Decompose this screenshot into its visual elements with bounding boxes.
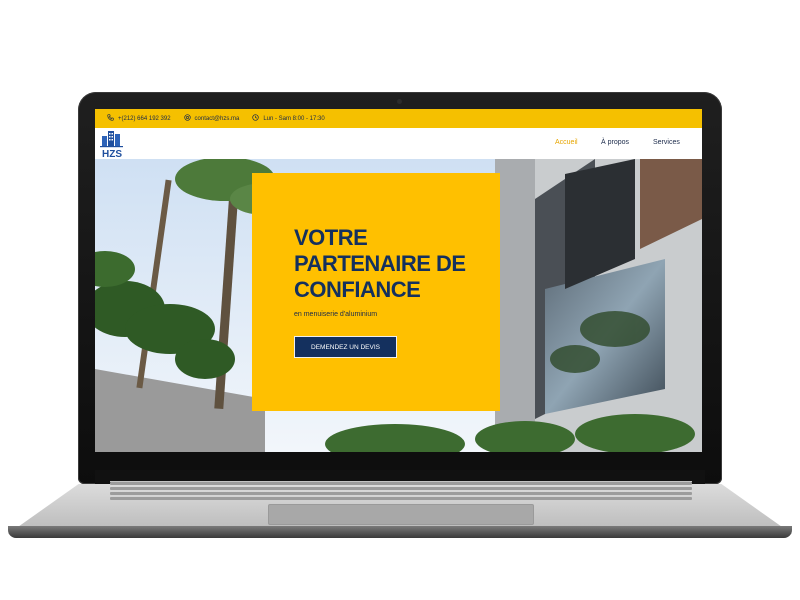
request-quote-button[interactable]: DEMENDEZ UN DEVIS <box>294 336 397 358</box>
phone-icon <box>107 114 114 123</box>
contact-topbar: +(212) 664 192 392 contact@hzs.ma Lun - … <box>95 109 702 128</box>
topbar-email[interactable]: contact@hzs.ma <box>183 114 240 123</box>
clock-icon <box>252 114 259 123</box>
hero-subtitle: en menuiserie d'aluminium <box>294 311 378 318</box>
nav-accueil[interactable]: Accueil <box>555 139 578 146</box>
laptop-mockup: +(212) 664 192 392 contact@hzs.ma Lun - … <box>0 0 800 600</box>
laptop-screen: +(212) 664 192 392 contact@hzs.ma Lun - … <box>95 109 702 452</box>
logo-text: HZS <box>102 149 122 159</box>
at-sign-icon <box>183 114 191 123</box>
keyboard <box>110 481 692 500</box>
company-logo[interactable]: HZS <box>97 129 127 160</box>
nav-a-propos[interactable]: À propos <box>601 139 629 146</box>
webcam-icon <box>397 99 402 104</box>
laptop-base-edge <box>8 526 792 538</box>
nav-services[interactable]: Services <box>653 139 680 146</box>
trackpad <box>268 504 534 525</box>
hours-text: Lun - Sam 8:00 - 17:30 <box>263 115 325 122</box>
topbar-phone[interactable]: +(212) 664 192 392 <box>107 114 171 123</box>
hero-card: VOTRE PARTENAIRE DE CONFIANCE en menuise… <box>252 173 500 411</box>
topbar-hours: Lun - Sam 8:00 - 17:30 <box>252 114 325 123</box>
hero-title: VOTRE PARTENAIRE DE CONFIANCE <box>294 225 466 302</box>
main-navbar: HZS Accueil À propos Services <box>95 128 702 160</box>
email-text: contact@hzs.ma <box>194 115 240 122</box>
phone-text: +(212) 664 192 392 <box>118 115 171 122</box>
